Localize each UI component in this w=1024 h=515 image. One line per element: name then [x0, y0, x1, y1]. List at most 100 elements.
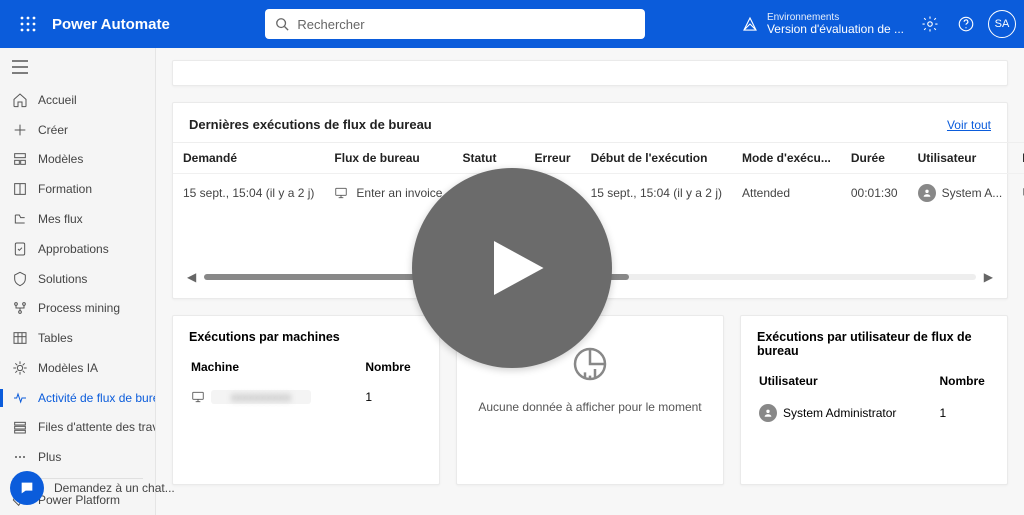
queue-icon — [12, 419, 28, 435]
sidebar-item-label: Formation — [38, 182, 92, 196]
approvals-icon — [12, 241, 28, 257]
home-icon — [12, 92, 28, 108]
sidebar-item-label: Accueil — [38, 93, 77, 107]
chat-prompt-text: Demandez à un chat... — [54, 481, 175, 495]
sidebar-item-label: Activité de flux de bureau — [38, 391, 155, 405]
col-user[interactable]: Utilisateur — [908, 143, 1013, 174]
sidebar-item-label: Mes flux — [38, 212, 83, 226]
recent-runs-title: Dernières exécutions de flux de bureau — [189, 117, 432, 132]
col-flow[interactable]: Flux de bureau — [324, 143, 452, 174]
search-icon — [275, 17, 289, 31]
by-machine-card: Exécutions par machines Machine Nombre x… — [172, 315, 440, 485]
sidebar-item-label: Tables — [38, 331, 73, 345]
sidebar-item-label: Modèles IA — [38, 361, 98, 375]
sidebar-item-more[interactable]: Plus — [0, 442, 155, 472]
solutions-icon — [12, 271, 28, 287]
mining-icon — [12, 300, 28, 316]
sidebar-item-desktopactivity[interactable]: Activité de flux de bureau — [0, 383, 155, 413]
cell-user: System A... — [908, 174, 1013, 213]
environment-label: Environnements — [767, 12, 904, 23]
scroll-right-icon[interactable]: ▶ — [984, 270, 993, 284]
settings-button[interactable] — [912, 15, 948, 33]
col-user: Utilisateur — [743, 368, 921, 394]
app-launcher-icon[interactable] — [8, 16, 48, 32]
table-row[interactable]: 15 sept., 15:04 (il y a 2 j) Enter an in… — [173, 174, 1024, 213]
video-play-button[interactable] — [412, 168, 612, 368]
environment-name: Version d'évaluation de ... — [767, 23, 904, 36]
app-header: Power Automate Rechercher Environnements… — [0, 0, 1024, 48]
sidebar-item-label: Créer — [38, 123, 68, 137]
cell-user: System Administrator — [743, 396, 921, 430]
plus-icon — [12, 122, 28, 138]
environment-picker[interactable]: Environnements Version d'évaluation de .… — [741, 12, 904, 36]
col-duration[interactable]: Durée — [841, 143, 908, 174]
activity-icon — [12, 390, 28, 406]
gear-icon — [921, 15, 939, 33]
sidebar-item-solutions[interactable]: Solutions — [0, 264, 155, 294]
chat-launcher[interactable]: Demandez à un chat... — [10, 471, 175, 505]
search-input[interactable]: Rechercher — [265, 9, 645, 39]
cell-start: 15 sept., 15:04 (il y a 2 j) — [581, 174, 732, 213]
sidebar-item-create[interactable]: Créer — [0, 115, 155, 145]
sidebar-item-home[interactable]: Accueil — [0, 85, 155, 115]
cell-mode: Attended — [732, 174, 841, 213]
cell-machine: xxxxxxxxxx — [175, 382, 347, 412]
sidebar: Accueil Créer Modèles Formation Mes flux… — [0, 48, 156, 515]
sidebar-item-processmining[interactable]: Process mining — [0, 293, 155, 323]
col-count: Nombre — [923, 368, 1005, 394]
tables-icon — [12, 330, 28, 346]
sidebar-item-workqueues[interactable]: Files d'attente des travaux (v — [0, 413, 155, 443]
brand-title: Power Automate — [52, 16, 170, 33]
col-machine: Machine — [175, 354, 347, 380]
user-avatar[interactable]: SA — [988, 10, 1016, 38]
see-all-link[interactable]: Voir tout — [947, 118, 991, 132]
more-icon — [12, 449, 28, 465]
sidebar-item-label: Approbations — [38, 242, 109, 256]
sidebar-item-label: Files d'attente des travaux (v — [38, 420, 155, 434]
chart-empty-icon — [570, 344, 610, 384]
desktop-flow-icon — [334, 186, 348, 200]
user-avatar-icon — [918, 184, 936, 202]
chat-icon — [10, 471, 44, 505]
machine-icon — [191, 390, 205, 404]
table-row[interactable]: System Administrator 1 — [743, 396, 1005, 430]
table-row[interactable]: xxxxxxxxxx 1 — [175, 382, 437, 412]
by-user-title: Exécutions par utilisateur de flux de bu… — [741, 316, 1007, 366]
sidebar-item-approvals[interactable]: Approbations — [0, 234, 155, 264]
chart-card-stub — [172, 60, 1008, 86]
sidebar-item-label: Plus — [38, 450, 61, 464]
sidebar-item-label: Modèles — [38, 152, 83, 166]
help-icon — [957, 15, 975, 33]
sidebar-item-learn[interactable]: Formation — [0, 174, 155, 204]
col-mode[interactable]: Mode d'exécu... — [732, 143, 841, 174]
cell-machine: xxxxx — [1012, 174, 1024, 213]
help-button[interactable] — [948, 15, 984, 33]
sidebar-item-aimodels[interactable]: Modèles IA — [0, 353, 155, 383]
col-error[interactable]: Erreur — [525, 143, 581, 174]
sidebar-collapse-toggle[interactable] — [0, 54, 155, 85]
sidebar-item-tables[interactable]: Tables — [0, 323, 155, 353]
col-start[interactable]: Début de l'exécution — [581, 143, 732, 174]
by-user-card: Exécutions par utilisateur de flux de bu… — [740, 315, 1008, 485]
user-avatar-icon — [759, 404, 777, 422]
ai-icon — [12, 360, 28, 376]
col-requested[interactable]: Demandé — [173, 143, 324, 174]
cell-count: 1 — [923, 396, 1005, 430]
col-count: Nombre — [349, 354, 437, 380]
runs-table: Demandé Flux de bureau Statut Erreur Déb… — [173, 142, 1024, 212]
play-icon — [467, 223, 557, 313]
cell-requested: 15 sept., 15:04 (il y a 2 j) — [173, 174, 324, 213]
cell-duration: 00:01:30 — [841, 174, 908, 213]
search-placeholder: Rechercher — [297, 17, 364, 32]
environment-icon — [741, 15, 759, 33]
sidebar-item-label: Solutions — [38, 272, 87, 286]
sidebar-item-myflows[interactable]: Mes flux — [0, 204, 155, 234]
sidebar-item-templates[interactable]: Modèles — [0, 145, 155, 175]
book-icon — [12, 181, 28, 197]
templates-icon — [12, 151, 28, 167]
scroll-left-icon[interactable]: ◀ — [187, 270, 196, 284]
by-machine-title: Exécutions par machines — [173, 316, 439, 352]
col-machine[interactable]: Machine — [1012, 143, 1024, 174]
sidebar-item-label: Process mining — [38, 301, 120, 315]
cell-count: 1 — [349, 382, 437, 412]
